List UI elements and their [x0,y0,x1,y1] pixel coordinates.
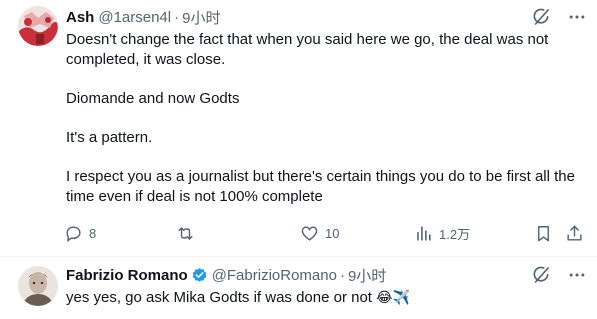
more-horizontal-icon[interactable] [567,7,587,27]
author-handle[interactable]: @1arsen4l [98,9,171,26]
tweet-paragraph: Diomande and now Godts [66,90,240,107]
bookmark-icon [538,225,549,241]
post-header: Ash @1arsen4l · 9小时 [66,7,587,27]
grok-icon[interactable] [531,265,551,285]
tweet-text: Doesn't change the fact that when you sa… [66,30,583,207]
grok-icon[interactable] [531,7,551,27]
post-header: Fabrizio Romano @FabrizioRomano · 9小时 [66,265,587,285]
header-actions [531,265,587,285]
verified-badge-icon [191,267,208,284]
tweet-paragraph: Doesn't change the fact that when you sa… [66,31,549,68]
like-count: 10 [325,225,340,241]
author-name[interactable]: Ash [66,9,94,26]
separator-dot: · [339,266,345,284]
avatar[interactable] [18,6,58,46]
views-button[interactable]: 1.2万 [414,224,470,243]
tweet-paragraph: It's a pattern. [66,129,153,146]
post-time[interactable]: 9小时 [348,265,386,286]
more-horizontal-icon[interactable] [567,265,587,285]
reply-post[interactable]: Fabrizio Romano @FabrizioRomano · 9小时 ye… [0,257,597,319]
views-chart-icon [417,225,431,241]
like-button[interactable]: 10 [300,224,339,243]
header-actions [531,7,587,27]
emoji-laugh-plane: 😂✈️ [376,289,410,305]
post-time[interactable]: 9小时 [182,7,220,28]
retweet-button[interactable] [176,224,201,243]
bookmark-button[interactable] [534,224,553,243]
share-icon [567,225,582,241]
retweet-icon [178,226,193,240]
reply-post[interactable]: Ash @1arsen4l · 9小时 Doesn't change the f… [0,0,597,257]
heart-icon [301,225,318,241]
reply-count: 8 [89,225,97,241]
tweet-paragraph: yes yes, go ask Mika Godts if was done o… [66,289,372,306]
tweet-text: yes yes, go ask Mika Godts if was done o… [66,287,583,308]
separator-dot: · [174,8,180,26]
reply-icon [66,225,81,242]
author-name[interactable]: Fabrizio Romano [66,267,188,284]
action-bar: 8 10 1.2万 [64,222,587,244]
share-button[interactable] [565,224,584,243]
views-count: 1.2万 [439,226,471,242]
reply-button[interactable]: 8 [64,224,96,243]
author-handle[interactable]: @FabrizioRomano [212,267,337,284]
avatar[interactable] [18,266,58,306]
tweet-paragraph: I respect you as a journalist but there'… [66,168,575,205]
